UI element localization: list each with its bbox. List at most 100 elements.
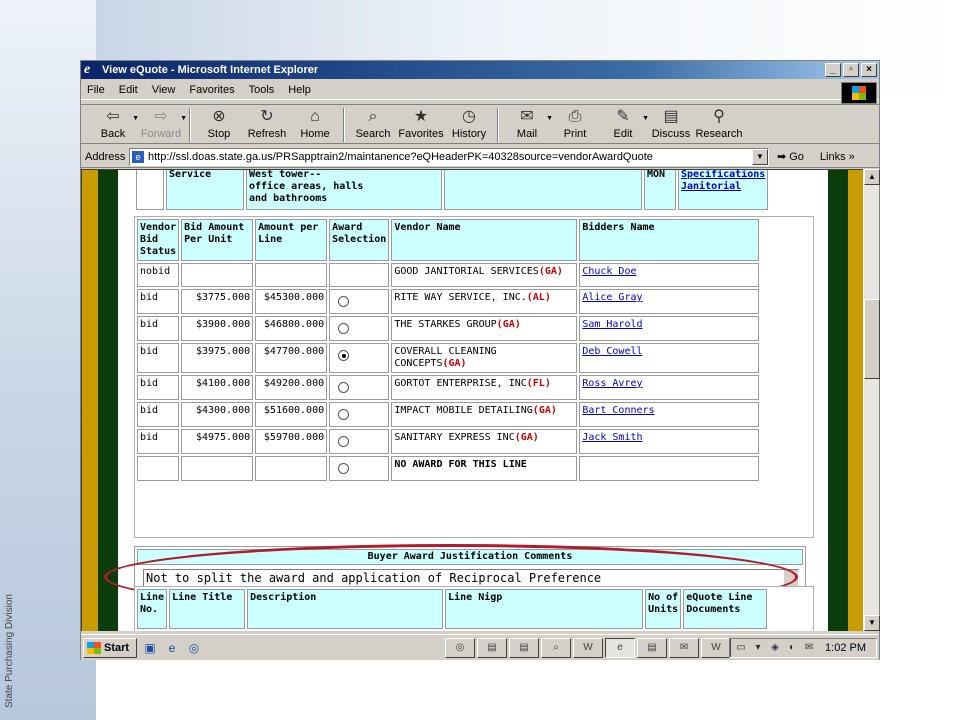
security-shield-icon[interactable]: ◈ <box>768 641 782 655</box>
forward-button[interactable]: ⇨ Forward ▼ <box>137 105 187 140</box>
history-button[interactable]: ◷ History <box>445 105 493 140</box>
back-arrow-icon: ⇦ <box>106 108 120 125</box>
mail-tray-icon[interactable]: ✉ <box>802 641 816 655</box>
vertical-scrollbar[interactable]: ▲ ▼ <box>863 169 880 631</box>
amount-per-line: $45300.000 <box>255 289 328 314</box>
stop-button[interactable]: ⊗ Stop <box>195 105 243 140</box>
discuss-button[interactable]: ▤ Discuss <box>647 105 695 140</box>
bidder-link[interactable]: Ross Avrey <box>582 378 642 389</box>
award-radio[interactable] <box>338 296 350 307</box>
award-selection <box>329 429 390 454</box>
menu-favorites[interactable]: Favorites <box>189 84 234 96</box>
links-button[interactable]: Links » <box>820 151 855 163</box>
left-gap <box>118 170 132 631</box>
scroll-down-button[interactable]: ▼ <box>864 615 880 631</box>
close-button[interactable]: × <box>861 63 877 77</box>
award-radio[interactable] <box>338 409 350 420</box>
award-selection <box>329 263 390 287</box>
toolbar-separator <box>343 108 345 142</box>
home-button[interactable]: ⌂ Home <box>291 105 339 140</box>
menu-file[interactable]: File <box>87 84 105 96</box>
amount-per-line <box>255 456 328 481</box>
task-button-5[interactable]: W <box>573 637 603 658</box>
favorites-button[interactable]: ★ Favorites <box>397 105 445 140</box>
vendor-state: (GA) <box>514 432 539 443</box>
vendor-name: THE STARKES GROUP(GA) <box>391 316 578 341</box>
show-desktop-icon[interactable]: ▣ <box>141 639 159 657</box>
vendor-name: IMPACT MOBILE DETAILING(GA) <box>391 402 578 427</box>
bidder-link[interactable]: Chuck Doe <box>582 266 636 277</box>
prev-line-documents: Specifications Janitorial <box>678 170 769 210</box>
line-header-cell: No of Units <box>645 589 682 629</box>
print-button[interactable]: ⎙ Print <box>551 105 599 140</box>
antivirus-icon[interactable]: ▾ <box>751 641 765 655</box>
task-button-7[interactable]: ▤ <box>637 637 667 658</box>
edit-icon: ✎ <box>616 108 630 125</box>
address-dropdown-button[interactable]: ▼ <box>752 148 768 165</box>
vendor-name-text: RITE WAY SERVICE, INC. <box>394 292 527 303</box>
menu-help[interactable]: Help <box>288 84 311 96</box>
task-button-2[interactable]: ▤ <box>477 637 507 658</box>
menu-view[interactable]: View <box>152 84 176 96</box>
volume-icon[interactable]: ◐ <box>785 641 799 655</box>
task-button-3[interactable]: ▤ <box>509 637 539 658</box>
bidder-link[interactable]: Alice Gray <box>582 292 642 303</box>
start-button[interactable]: Start <box>83 637 137 658</box>
network-icon[interactable]: ▭ <box>734 641 748 655</box>
award-radio[interactable] <box>338 436 350 447</box>
bidder-link[interactable]: Deb Cowell <box>582 346 642 357</box>
award-radio[interactable] <box>338 382 350 393</box>
vendor-name: COVERALL CLEANING CONCEPTS(GA) <box>391 343 578 373</box>
award-radio[interactable] <box>338 350 350 361</box>
favorites-icon: ★ <box>413 108 429 125</box>
minimize-button[interactable]: _ <box>825 63 841 77</box>
task-button-9[interactable]: W <box>701 637 731 658</box>
address-input[interactable]: e http://ssl.doas.state.ga.us/PRSapptrai… <box>129 147 769 166</box>
bid-row: bid $4100.000 $49200.000 GORTOT ENTERPRISE,… <box>137 375 760 400</box>
vendor-name-text: GOOD JANITORIAL SERVICES <box>394 266 539 277</box>
scroll-up-button[interactable]: ▲ <box>864 169 880 185</box>
mail-button[interactable]: ✉ Mail ▼ <box>503 105 553 140</box>
award-radio[interactable] <box>338 323 350 334</box>
task-button-ie[interactable]: e <box>605 637 635 658</box>
bids-header-cell: Vendor Bid Status <box>137 219 180 261</box>
dropdown-arrow-icon[interactable]: ▼ <box>180 115 187 122</box>
refresh-button[interactable]: ↻ Refresh <box>243 105 291 140</box>
search-button[interactable]: ⌕ Search <box>349 105 397 140</box>
maximize-button[interactable]: ▫ <box>843 63 859 77</box>
bid-amount-per-unit <box>181 456 254 481</box>
vendor-state: (GA) <box>496 319 521 330</box>
discuss-icon: ▤ <box>663 108 679 125</box>
refresh-icon: ↻ <box>260 108 274 125</box>
ie-quicklaunch-icon[interactable]: e <box>163 639 181 657</box>
menu-tools[interactable]: Tools <box>249 84 275 96</box>
award-radio[interactable] <box>338 463 350 474</box>
menu-edit[interactable]: Edit <box>119 84 138 96</box>
previous-line-row: Service West tower-- office areas, halls… <box>134 170 814 212</box>
award-selection <box>329 456 390 481</box>
janitorial-link[interactable]: Janitorial <box>681 181 765 193</box>
outlook-quicklaunch-icon[interactable]: ◎ <box>185 639 203 657</box>
vendor-state: (GA) <box>442 358 467 369</box>
research-button[interactable]: ⚲ Research <box>695 105 743 140</box>
back-button[interactable]: ⇦ Back ▼ <box>89 105 139 140</box>
bidder-link[interactable]: Bart Conners <box>582 405 654 416</box>
scroll-thumb[interactable] <box>864 299 880 379</box>
task-button-4[interactable]: ⌕ <box>541 637 571 658</box>
edit-button[interactable]: ✎ Edit ▼ <box>599 105 649 140</box>
toolbar: ⇦ Back ▼ ⇨ Forward ▼ ⊗ Stop ↻ Refresh ⌂ Home ⌕ Search… <box>81 104 879 144</box>
research-icon: ⚲ <box>713 108 725 125</box>
right-green-stripe <box>828 170 848 631</box>
specifications-link[interactable]: Specifications <box>681 170 765 181</box>
task-button-1[interactable]: ◎ <box>445 637 475 658</box>
address-label: Address <box>85 150 126 163</box>
bidder-link[interactable]: Jack Smith <box>582 432 642 443</box>
bidder-link[interactable]: Sam Harold <box>582 319 642 330</box>
go-button[interactable]: ➡ Go <box>777 150 804 164</box>
bid-status: bid <box>137 343 180 373</box>
vendor-name: GOOD JANITORIAL SERVICES(GA) <box>391 263 578 287</box>
task-button-8[interactable]: ✉ <box>669 637 699 658</box>
toolbar-label: Refresh <box>247 128 287 140</box>
amount-per-line: $46800.000 <box>255 316 328 341</box>
toolbar-label: Discuss <box>651 128 691 140</box>
